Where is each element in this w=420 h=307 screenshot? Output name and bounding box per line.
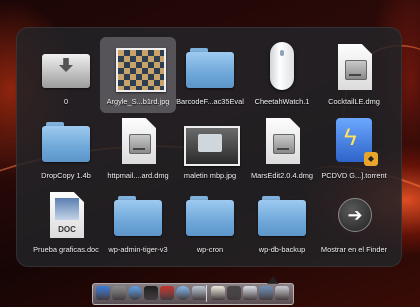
stack-item-argyle[interactable]: Argyle_S...b1rd.jpg: [100, 37, 176, 113]
disk-image-icon: [328, 42, 380, 94]
stack-icon[interactable]: [227, 286, 241, 300]
stack-item-label: Mostrar en el Finder: [320, 245, 388, 254]
stack-pointer: [267, 276, 279, 284]
screen-icon[interactable]: [243, 286, 257, 300]
photo-booth-icon[interactable]: [160, 286, 174, 300]
stack-item-dropcopy[interactable]: DropCopy 1.4b: [28, 111, 104, 187]
show-in-finder-icon: ➔: [328, 190, 380, 242]
doc-tag: DOC: [58, 225, 76, 234]
stack-item-label: wp-cron: [196, 245, 224, 254]
stack-item-cheetahwatch[interactable]: CheetahWatch.1: [244, 37, 320, 113]
stack-item-label: BarcodeF...ac35Eval: [176, 97, 244, 106]
stack-item-cocktail[interactable]: CocktailLE.dmg: [316, 37, 392, 113]
mail-icon[interactable]: [192, 286, 206, 300]
dock-separator: [206, 285, 207, 302]
stack-item-label: 0: [63, 97, 69, 106]
documents-icon[interactable]: [259, 286, 273, 300]
stack-grid-panel: 0 Argyle_S...b1rd.jpg BarcodeF...ac35Eva…: [16, 27, 402, 267]
stack-item-label: wp-db-backup: [258, 245, 306, 254]
stack-item-httpmail[interactable]: httpmail....ard.dmg: [100, 111, 176, 187]
stack-item-label: maletin mbp.jpg: [183, 171, 237, 180]
stack-item-label: PCDVD G...].torrent: [321, 171, 387, 180]
download-disk-icon: [40, 42, 92, 94]
ical-icon[interactable]: [211, 286, 225, 300]
photo-icon: [184, 116, 240, 168]
disk-image-icon: [112, 116, 164, 168]
stack-item-wp-cron[interactable]: wp-cron: [172, 185, 248, 261]
disk-image-icon: [256, 116, 308, 168]
show-in-finder-button[interactable]: ➔ Mostrar en el Finder: [316, 185, 392, 261]
word-doc-icon: DOC: [40, 190, 92, 242]
stack-item-pcdvd-torrent[interactable]: ϟ ◆ PCDVD G...].torrent: [316, 111, 392, 187]
finder-icon[interactable]: [96, 286, 110, 300]
stack-item-wp-db-backup[interactable]: wp-db-backup: [244, 185, 320, 261]
mouse-icon: [256, 42, 308, 94]
stack-item-label: Prueba graficas.doc: [33, 245, 99, 254]
torrent-icon: ϟ ◆: [328, 116, 380, 168]
itunes-icon[interactable]: [176, 286, 190, 300]
stack-item-maletin[interactable]: maletin mbp.jpg: [172, 111, 248, 187]
safari-icon[interactable]: [128, 286, 142, 300]
stack-item-barcode[interactable]: BarcodeF...ac35Eval: [172, 37, 248, 113]
system-prefs-icon[interactable]: [112, 286, 126, 300]
folder-icon: [184, 42, 236, 94]
dock: [92, 276, 294, 305]
folder-icon: [184, 190, 236, 242]
stack-item-wp-admin-tiger[interactable]: wp-admin-tiger-v3: [100, 185, 176, 261]
stack-item-label: DropCopy 1.4b: [41, 171, 91, 180]
stack-item-label: CocktailLE.dmg: [328, 97, 380, 106]
stack-item-label: CheetahWatch.1: [254, 97, 310, 106]
argyle-image-icon: [112, 42, 166, 94]
stack-item-label: Argyle_S...b1rd.jpg: [106, 97, 170, 106]
stack-item-marsedit[interactable]: MarsEdit2.0.4.dmg: [244, 111, 320, 187]
folder-icon: [112, 190, 164, 242]
stack-item-prueba-doc[interactable]: DOC Prueba graficas.doc: [28, 185, 104, 261]
terminal-icon[interactable]: [144, 286, 158, 300]
stack-item-0[interactable]: 0: [28, 37, 104, 113]
folder-icon: [256, 190, 308, 242]
trash-icon[interactable]: [275, 286, 289, 300]
stack-item-label: MarsEdit2.0.4.dmg: [250, 171, 314, 180]
folder-icon: [40, 116, 92, 168]
stack-item-label: wp-admin-tiger-v3: [108, 245, 168, 254]
stack-item-label: httpmail....ard.dmg: [107, 171, 169, 180]
